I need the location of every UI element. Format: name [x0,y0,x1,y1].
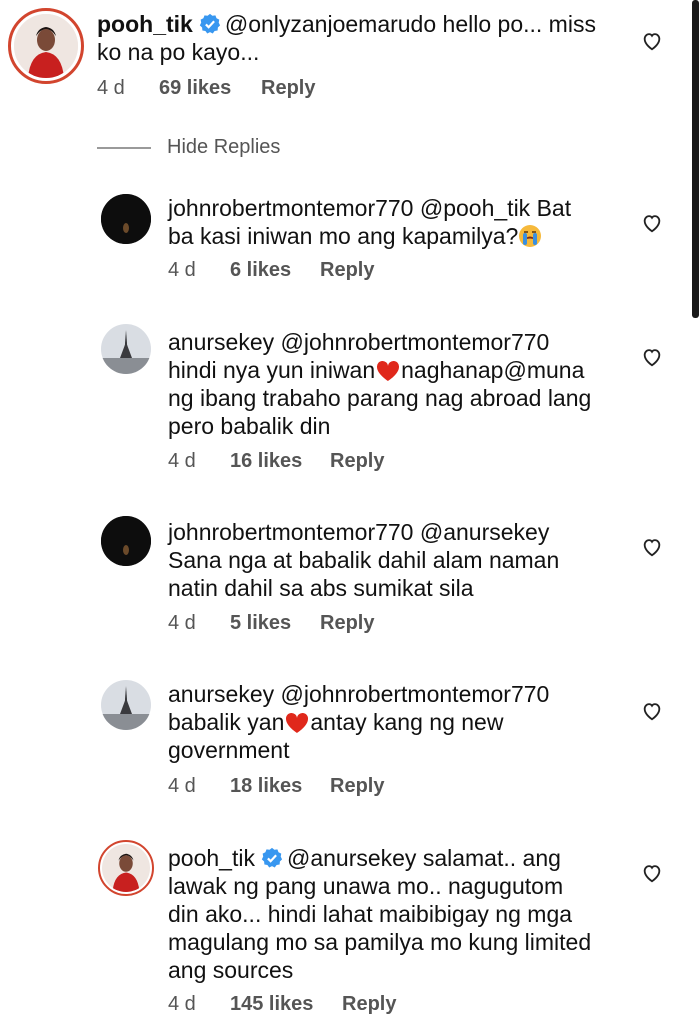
mention-link[interactable]: @pooh_tik [420,195,530,221]
avatar[interactable] [98,840,154,896]
avatar[interactable] [101,324,151,374]
comment-text: ng ibang trabaho parang nag abroad lang [168,385,592,411]
reply-button[interactable]: Reply [320,612,374,635]
timestamp: 4 d [168,775,196,797]
comment-text: pero babalik din [168,413,331,439]
hide-replies-toggle[interactable]: Hide Replies [97,136,280,159]
timestamp: 4 d [168,259,196,281]
timestamp: 4 d [168,612,196,634]
like-heart-icon[interactable] [641,30,663,52]
mention-link[interactable]: @anursekey [287,845,416,871]
profile-photo [101,680,151,730]
avatar[interactable] [101,194,151,244]
like-heart-icon[interactable] [641,862,663,884]
comment-text: babalik yan [168,709,285,735]
username[interactable]: johnrobertmontemor770 [168,519,413,545]
crying-face-icon [519,225,542,247]
red-heart-icon [286,712,309,733]
username[interactable]: johnrobertmontemor770 [168,195,413,221]
comment-text: salamat.. ang [416,845,561,871]
reply-button[interactable]: Reply [320,259,374,282]
avatar[interactable] [101,680,151,730]
comment-text: ang sources [168,957,294,983]
like-heart-icon[interactable] [641,212,663,234]
comment-text: hello po... miss [436,11,596,37]
username[interactable]: anursekey [168,681,274,707]
username[interactable]: anursekey [168,329,274,355]
divider [97,146,151,149]
timestamp: 4 d [97,77,125,99]
reply-button[interactable]: Reply [330,450,384,473]
comment-text: natin dahil sa abs sumikat sila [168,575,474,601]
timestamp: 4 d [168,450,196,472]
comment-text: lawak ng pang unawa mo.. nagugutom [168,873,564,899]
profile-photo [102,844,150,892]
username[interactable]: pooh_tik [168,845,255,871]
mention-link[interactable]: @johnrobertmontemor770 [281,329,550,355]
profile-photo [101,516,151,566]
comment-text: hindi nya yun iniwan [168,357,376,383]
reply-button[interactable]: Reply [342,993,396,1016]
like-heart-icon[interactable] [641,346,663,368]
reply-button[interactable]: Reply [261,77,315,100]
comment-text: Sana nga at babalik dahil alam naman [168,547,560,573]
red-heart-icon [377,360,400,381]
username[interactable]: pooh_tik [97,11,193,37]
like-heart-icon[interactable] [641,700,663,722]
mention-link[interactable]: @onlyzanjoemarudo [225,11,436,37]
likes-count[interactable]: 5 likes [230,612,320,635]
avatar[interactable] [101,516,151,566]
comment-text: magulang mo sa pamilya mo kung limited [168,929,592,955]
hide-replies-label[interactable]: Hide Replies [167,136,280,159]
likes-count[interactable]: 69 likes [159,77,261,100]
likes-count[interactable]: 145 likes [230,993,342,1016]
comment-text: antay kang ng new [310,709,504,735]
avatar[interactable] [8,8,84,84]
verified-badge-icon [261,847,283,868]
verified-badge-icon [199,13,220,34]
likes-count[interactable]: 6 likes [230,259,320,282]
comment-text: Bat [530,195,572,221]
mention-link[interactable]: @anursekey [420,519,549,545]
comment-text: naghanap@muna [401,357,585,383]
timestamp: 4 d [168,993,196,1015]
likes-count[interactable]: 16 likes [230,450,330,473]
likes-count[interactable]: 18 likes [230,775,330,798]
profile-photo [101,324,151,374]
like-heart-icon[interactable] [641,536,663,558]
profile-photo [14,14,78,78]
comment-text: din ako... hindi lahat maibibigay ng mga [168,901,573,927]
comment-text: ko na po kayo... [97,39,260,65]
comment-text: government [168,737,290,763]
profile-photo [101,194,151,244]
mention-link[interactable]: @johnrobertmontemor770 [281,681,550,707]
scrollbar[interactable] [692,0,699,318]
comment-text: ba kasi iniwan mo ang kapamilya? [168,223,519,249]
reply-button[interactable]: Reply [330,775,384,798]
